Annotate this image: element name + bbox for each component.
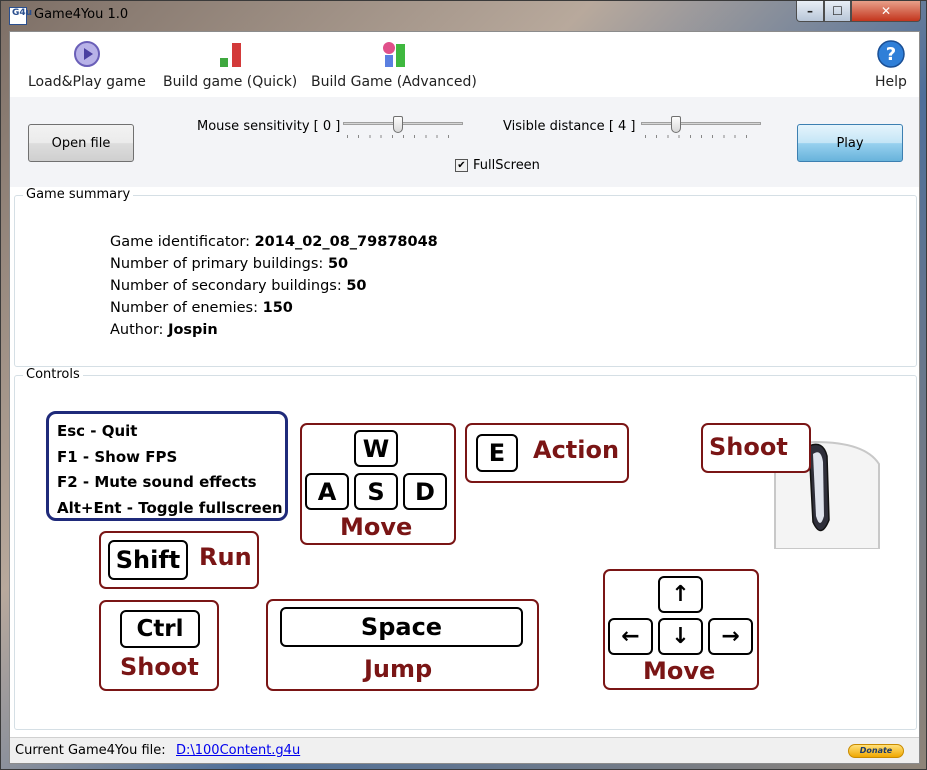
summary-label: Number of secondary buildings: xyxy=(110,278,347,294)
settings-bar: Open file Mouse sensitivity [ 0 ] Visibl… xyxy=(10,97,919,187)
summary-label: Number of primary buildings: xyxy=(110,256,328,272)
summary-label: Author: xyxy=(110,322,169,338)
help-icon: ? xyxy=(877,40,905,68)
maximize-button[interactable]: ☐ xyxy=(824,1,851,22)
summary-value: 50 xyxy=(346,278,367,294)
close-button[interactable]: ✕ xyxy=(851,1,921,22)
play-disc-icon xyxy=(73,41,100,67)
summary-value: Jospin xyxy=(168,322,218,338)
hotkeys-box: Esc - Quit F1 - Show FPS F2 - Mute sound… xyxy=(46,411,288,521)
arrows-label: Move xyxy=(643,657,716,685)
wasd-box: W A S D Move xyxy=(300,423,456,545)
build-advanced-label: Build Game (Advanced) xyxy=(311,74,477,90)
shift-label: Run xyxy=(199,543,252,571)
summary-label: Game identificator: xyxy=(110,234,255,250)
controls-group: Controls Esc - Quit F1 - Show FPS F2 - M… xyxy=(14,367,917,730)
hotkey-line: F2 - Mute sound effects xyxy=(57,473,257,491)
shapes-icon xyxy=(382,42,405,67)
fullscreen-label[interactable]: FullScreen xyxy=(473,158,540,173)
action-label: Action xyxy=(533,436,620,464)
key-arrow-up: ↑ xyxy=(658,576,703,613)
key-s: S xyxy=(354,473,398,510)
key-w: W xyxy=(354,430,398,467)
key-space: Space xyxy=(280,607,523,647)
key-ctrl: Ctrl xyxy=(120,610,200,648)
title-bar[interactable]: G4u Game4You 1.0 – ☐ ✕ xyxy=(1,1,926,31)
slider-thumb[interactable] xyxy=(393,116,403,133)
app-icon: G4u xyxy=(9,7,32,25)
client-area: Load&Play game Build game (Quick) Build … xyxy=(9,31,920,764)
key-e: E xyxy=(476,434,518,472)
ctrl-label: Shoot xyxy=(120,653,199,681)
toolbar: Load&Play game Build game (Quick) Build … xyxy=(10,32,919,97)
play-button[interactable]: Play xyxy=(797,124,903,162)
mouse-shoot-label: Shoot xyxy=(709,433,788,461)
space-box: Space Jump xyxy=(266,599,539,691)
summary-value: 2014_02_08_79878048 xyxy=(254,234,438,250)
slider-track xyxy=(641,122,761,125)
load-play-label: Load&Play game xyxy=(28,74,146,90)
visible-distance-slider[interactable] xyxy=(641,116,761,140)
slider-ticks xyxy=(347,135,459,138)
minimize-button[interactable]: – xyxy=(796,1,824,22)
slider-ticks xyxy=(645,135,757,138)
bars-icon xyxy=(220,43,242,67)
hotkey-line: F1 - Show FPS xyxy=(57,447,178,466)
action-box: E Action xyxy=(465,423,629,483)
arrows-box: ↑ ← ↓ → Move xyxy=(603,569,759,690)
summary-label: Number of enemies: xyxy=(110,300,263,316)
key-d: D xyxy=(403,473,447,510)
game-summary-group: Game summary Game identificator: 2014_02… xyxy=(14,187,917,367)
summary-line: Author: Jospin xyxy=(110,319,438,341)
slider-thumb[interactable] xyxy=(671,116,681,133)
key-shift: Shift xyxy=(108,540,188,580)
summary-lines: Game identificator: 2014_02_08_79878048 … xyxy=(110,231,438,341)
hotkey-line: Esc - Quit xyxy=(57,422,138,440)
donate-button[interactable]: Donate xyxy=(848,744,904,758)
hotkey-line: Alt+Ent - Toggle fullscreen xyxy=(57,498,283,517)
shoot-mouse-box: Shoot xyxy=(701,423,811,473)
shift-box: Shift Run xyxy=(99,531,259,589)
slider-track xyxy=(343,122,463,125)
summary-line: Number of enemies: 150 xyxy=(110,297,438,319)
wasd-label: Move xyxy=(340,513,413,541)
status-bar: Current Game4You file: D:\100Content.g4u… xyxy=(10,737,919,763)
app-window: G4u Game4You 1.0 – ☐ ✕ Load&Play game Bu… xyxy=(0,0,927,770)
current-file-link[interactable]: D:\100Content.g4u xyxy=(176,743,300,758)
ctrl-box: Ctrl Shoot xyxy=(99,600,219,691)
space-label: Jump xyxy=(364,655,433,683)
fullscreen-checkbox[interactable]: ✔ xyxy=(455,159,468,172)
svg-text:?: ? xyxy=(886,44,896,65)
summary-line: Number of secondary buildings: 50 xyxy=(110,275,438,297)
key-a: A xyxy=(305,473,349,510)
status-label: Current Game4You file: xyxy=(15,743,166,758)
build-quick-label: Build game (Quick) xyxy=(163,74,298,90)
help-label: Help xyxy=(875,74,907,90)
key-arrow-down: ↓ xyxy=(658,618,703,655)
help-button[interactable]: ? Help xyxy=(875,40,907,90)
summary-value: 50 xyxy=(327,256,349,272)
load-play-button[interactable]: Load&Play game xyxy=(28,40,146,90)
key-arrow-left: ← xyxy=(608,618,653,655)
window-title: Game4You 1.0 xyxy=(34,7,129,22)
controls-legend: Controls xyxy=(23,367,83,382)
key-arrow-right: → xyxy=(708,618,753,655)
summary-line: Game identificator: 2014_02_08_79878048 xyxy=(110,231,438,253)
open-file-button[interactable]: Open file xyxy=(28,124,134,162)
summary-line: Number of primary buildings: 50 xyxy=(110,253,438,275)
build-advanced-button[interactable]: Build Game (Advanced) xyxy=(311,40,477,90)
mouse-sensitivity-label: Mouse sensitivity [ 0 ] xyxy=(197,119,341,134)
visible-distance-label: Visible distance [ 4 ] xyxy=(503,119,636,134)
game-summary-legend: Game summary xyxy=(23,187,134,202)
mouse-sensitivity-slider[interactable] xyxy=(343,116,463,140)
summary-value: 150 xyxy=(262,300,293,316)
build-quick-button[interactable]: Build game (Quick) xyxy=(163,40,297,90)
